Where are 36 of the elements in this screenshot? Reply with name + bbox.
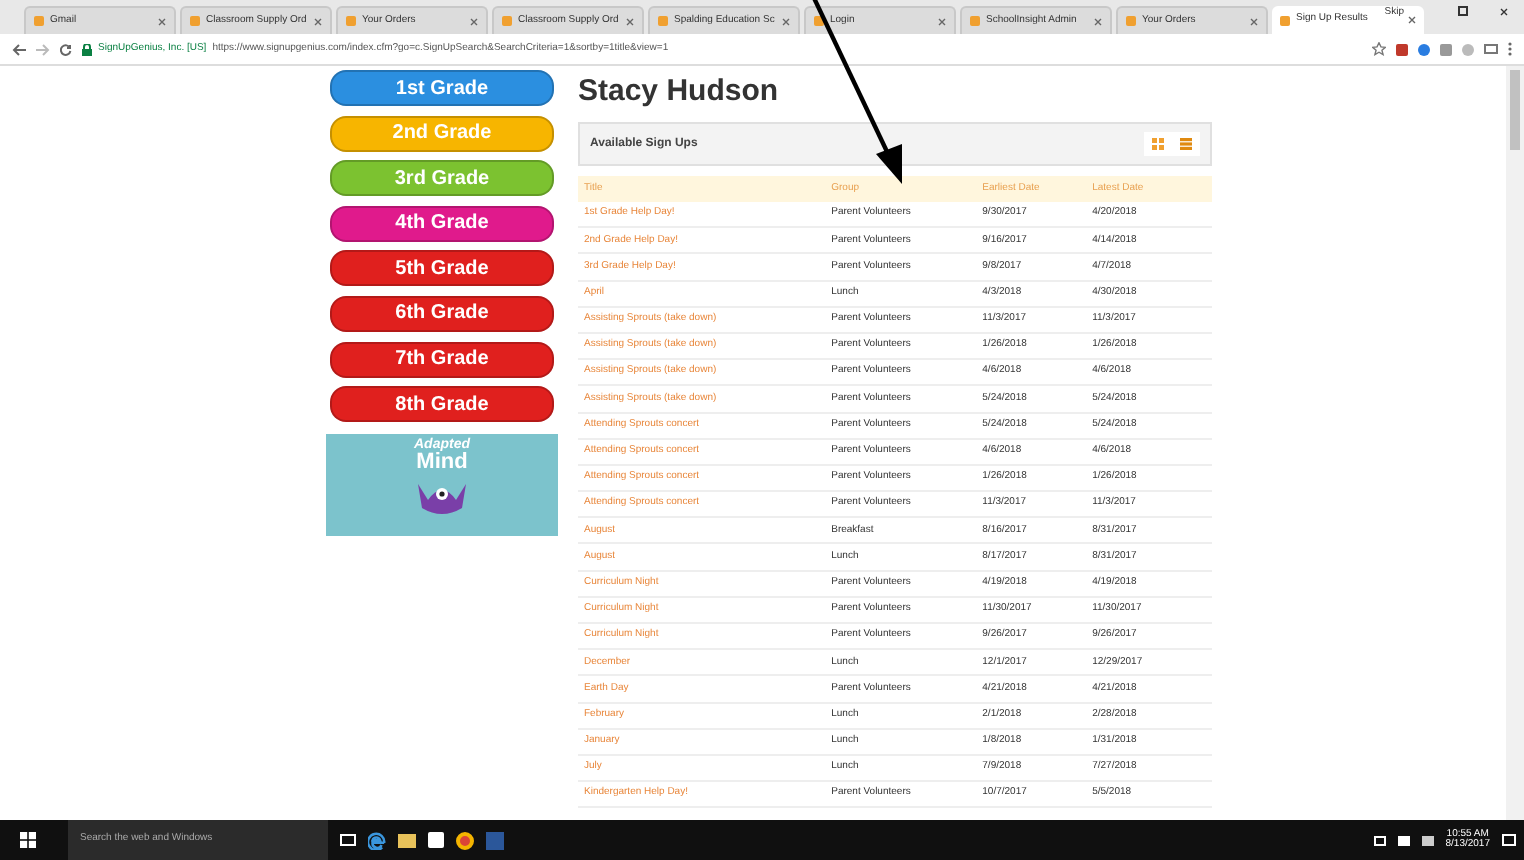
- tray-icon[interactable]: [1373, 835, 1386, 845]
- favicon-icon: [1280, 15, 1290, 25]
- grade-button[interactable]: 5th Grade: [330, 250, 554, 287]
- grade-button[interactable]: 3rd Grade: [330, 160, 554, 197]
- chrome-icon[interactable]: [456, 831, 474, 849]
- favicon-icon: [1126, 16, 1136, 26]
- word-icon[interactable]: [486, 831, 504, 849]
- reload-icon[interactable]: [60, 43, 72, 55]
- star-icon[interactable]: [1372, 42, 1386, 56]
- page-heading: Stacy Hudson: [578, 72, 781, 112]
- task-view-icon[interactable]: [340, 834, 356, 846]
- favicon-icon: [502, 16, 512, 26]
- favicon-icon: [190, 16, 200, 26]
- close-icon[interactable]: [1500, 8, 1508, 16]
- back-icon[interactable]: [12, 43, 26, 55]
- scrollbar[interactable]: [1506, 66, 1524, 820]
- grade-button[interactable]: 1st Grade: [330, 70, 554, 106]
- favicon-icon: [34, 16, 44, 26]
- grade-button[interactable]: 6th Grade: [330, 295, 554, 332]
- grade-button[interactable]: 7th Grade: [330, 341, 554, 378]
- close-icon[interactable]: [1408, 16, 1416, 24]
- grade-button[interactable]: 8th Grade: [330, 386, 554, 423]
- lock-icon: [82, 43, 92, 55]
- restore-icon[interactable]: [1458, 6, 1468, 16]
- favicon-icon: [970, 16, 980, 26]
- notification-icon[interactable]: [1502, 834, 1516, 846]
- edge-icon[interactable]: [368, 831, 386, 849]
- favicon-icon: [346, 16, 356, 26]
- grade-button[interactable]: 2nd Grade: [330, 115, 554, 152]
- favicon-icon: [658, 16, 668, 26]
- network-icon[interactable]: [1397, 835, 1410, 845]
- favicon-icon: [814, 16, 824, 26]
- grade-button[interactable]: 4th Grade: [330, 205, 554, 242]
- folder-icon[interactable]: [398, 833, 416, 847]
- volume-icon[interactable]: [1421, 835, 1434, 845]
- cast-icon[interactable]: [1484, 44, 1498, 54]
